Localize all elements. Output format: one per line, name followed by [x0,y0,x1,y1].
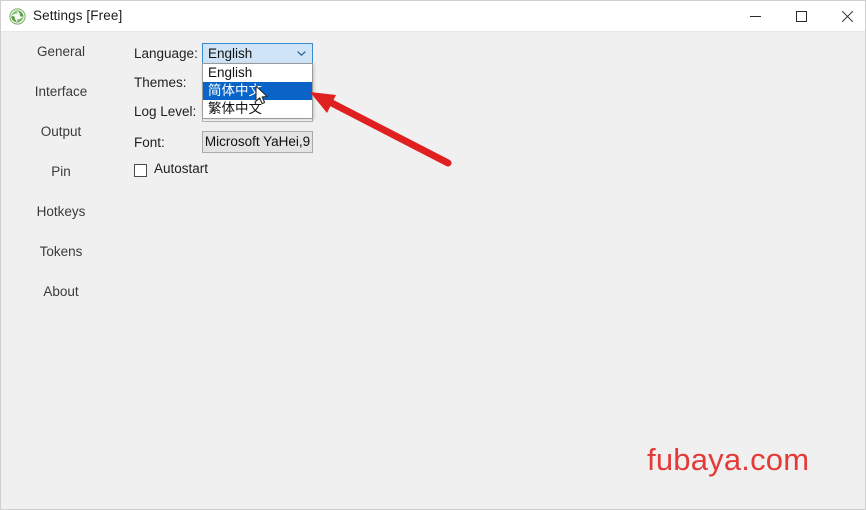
font-label: Font: [134,135,165,150]
font-picker-button[interactable]: Microsoft YaHei,9 [202,131,313,153]
app-spiral-icon [9,8,26,25]
autostart-label: Autostart [154,161,209,176]
language-combobox[interactable]: English [202,43,313,64]
chevron-down-icon [297,51,306,56]
sidebar-item-output[interactable]: Output [1,124,121,144]
maximize-button[interactable] [778,1,824,31]
log-level-label: Log Level: [134,104,197,119]
title-bar: Settings [Free] [1,1,865,32]
sidebar-item-hotkeys[interactable]: Hotkeys [1,204,121,224]
minimize-button[interactable] [732,1,778,31]
themes-label: Themes: [134,75,187,90]
close-icon [841,10,854,23]
mouse-pointer-icon [255,85,269,106]
dropdown-option-english[interactable]: English [203,64,312,82]
settings-window: Settings [Free] General Interface Output… [0,0,866,510]
minimize-icon [749,15,761,17]
sidebar: General Interface Output Pin Hotkeys Tok… [1,32,121,509]
sidebar-item-pin[interactable]: Pin [1,164,121,184]
sidebar-item-interface[interactable]: Interface [1,84,121,104]
sidebar-item-about[interactable]: About [1,284,121,304]
sidebar-item-general[interactable]: General [1,44,121,64]
close-button[interactable] [824,1,865,31]
window-title: Settings [Free] [33,8,123,23]
sidebar-item-tokens[interactable]: Tokens [1,244,121,264]
language-combobox-value: English [208,46,253,61]
autostart-checkbox[interactable] [134,164,147,177]
watermark-text: fubaya.com [647,442,810,477]
maximize-icon [795,10,807,22]
language-label: Language: [134,46,198,61]
